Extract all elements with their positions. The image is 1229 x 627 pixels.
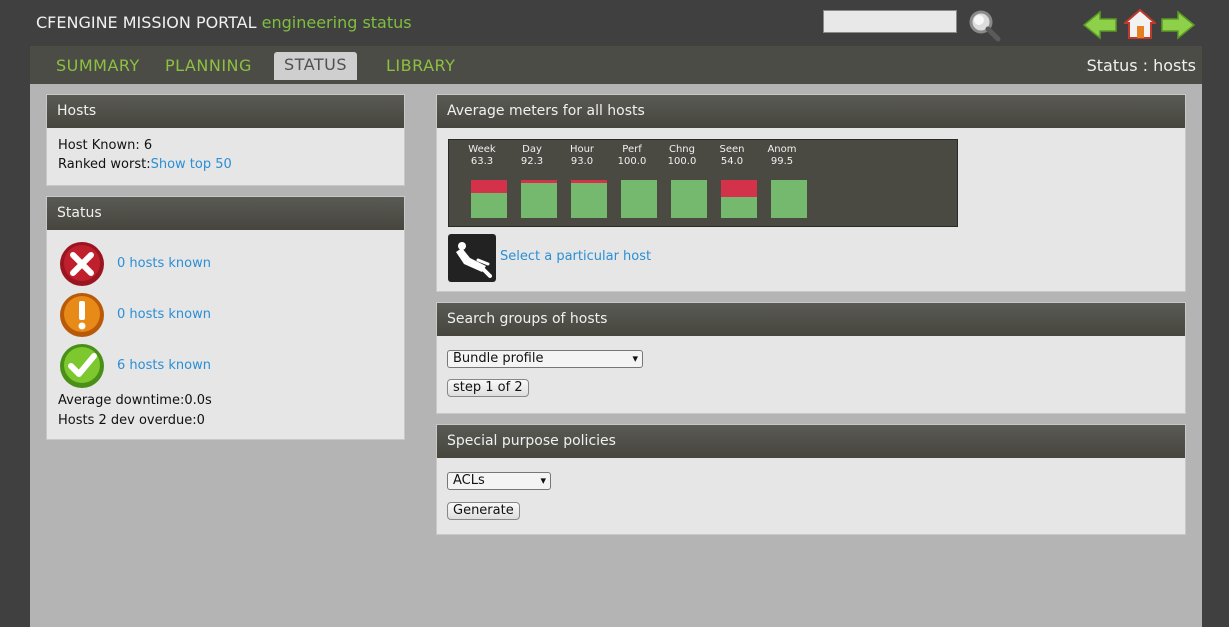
meters-display: Week 63.3 Day 92.3 Hour 93.0 Perf 100.0 … bbox=[448, 139, 958, 227]
back-arrow-icon[interactable] bbox=[1082, 10, 1118, 40]
forward-arrow-icon[interactable] bbox=[1160, 10, 1196, 40]
meter-bar bbox=[621, 180, 657, 218]
tab-summary[interactable]: SUMMARY bbox=[56, 56, 140, 75]
meter-name: Seen bbox=[719, 144, 745, 155]
ranked-worst-label: Ranked worst: bbox=[58, 157, 151, 172]
search-input[interactable] bbox=[823, 10, 957, 33]
hosts-panel-title: Hosts bbox=[47, 95, 404, 128]
hosts-overdue: Hosts 2 dev overdue:0 bbox=[58, 413, 205, 428]
meter-name: Perf bbox=[622, 144, 642, 155]
meter-bar-bad bbox=[571, 180, 607, 183]
tab-planning[interactable]: PLANNING bbox=[165, 56, 252, 75]
meter-bar bbox=[721, 180, 757, 218]
app-brand: CFENGINE MISSION PORTAL engineering stat… bbox=[36, 13, 412, 32]
meter-bar bbox=[521, 180, 557, 218]
meter-day[interactable]: Day 92.3 bbox=[507, 140, 557, 226]
meter-value: 92.3 bbox=[520, 156, 544, 167]
policy-select[interactable]: ACLs ▾ bbox=[447, 472, 551, 490]
meter-name: Hour bbox=[569, 144, 595, 155]
search-groups-panel-title: Search groups of hosts bbox=[437, 303, 1185, 336]
home-icon[interactable] bbox=[1124, 8, 1156, 40]
breadcrumb: Status : hosts bbox=[1086, 56, 1196, 75]
meter-hour[interactable]: Hour 93.0 bbox=[557, 140, 607, 226]
meters-panel: Average meters for all hosts Week 63.3 D… bbox=[436, 94, 1186, 292]
tab-library[interactable]: LIBRARY bbox=[386, 56, 455, 75]
meter-bar bbox=[771, 180, 807, 218]
host-known-label: Host Known: bbox=[58, 138, 144, 153]
failed-hosts-link[interactable]: 0 hosts known bbox=[117, 256, 211, 271]
meter-name: Chng bbox=[668, 144, 695, 155]
status-panel: Status 0 hosts known 0 hosts known 6 hos… bbox=[46, 196, 405, 440]
app-title: CFENGINE MISSION PORTAL bbox=[36, 13, 257, 32]
meter-value: 99.5 bbox=[770, 156, 794, 167]
special-policies-panel-title: Special purpose policies bbox=[437, 425, 1185, 458]
meter-bar-bad bbox=[721, 180, 757, 197]
ok-hosts-link[interactable]: 6 hosts known bbox=[117, 358, 211, 373]
select-value: Bundle profile bbox=[453, 351, 544, 366]
meter-name: Anom bbox=[767, 144, 797, 155]
meter-bar bbox=[671, 180, 707, 218]
tab-status[interactable]: STATUS bbox=[274, 52, 358, 80]
red-x-icon bbox=[60, 242, 104, 286]
meter-seen[interactable]: Seen 54.0 bbox=[707, 140, 757, 226]
special-policies-panel: Special purpose policies ACLs ▾ Generate bbox=[436, 424, 1186, 535]
meter-week[interactable]: Week 63.3 bbox=[457, 140, 507, 226]
bundle-profile-select[interactable]: Bundle profile ▾ bbox=[447, 350, 643, 368]
top-bar: CFENGINE MISSION PORTAL engineering stat… bbox=[0, 0, 1229, 46]
meter-anom[interactable]: Anom 99.5 bbox=[757, 140, 807, 226]
app-subtitle: engineering status bbox=[261, 13, 412, 32]
meter-bar bbox=[471, 180, 507, 218]
meter-bar-bad bbox=[521, 180, 557, 183]
meter-value: 54.0 bbox=[720, 156, 744, 167]
main-nav: SUMMARY PLANNING STATUS LIBRARY Status :… bbox=[30, 46, 1202, 84]
meter-chng[interactable]: Chng 100.0 bbox=[657, 140, 707, 226]
meter-bar-bad bbox=[471, 180, 507, 193]
show-top-50-link[interactable]: Show top 50 bbox=[151, 157, 232, 172]
search-groups-panel: Search groups of hosts Bundle profile ▾ … bbox=[436, 302, 1186, 414]
meter-value: 93.0 bbox=[570, 156, 594, 167]
meter-bar bbox=[571, 180, 607, 218]
host-known-value: 6 bbox=[143, 138, 153, 153]
chevron-down-icon: ▾ bbox=[632, 352, 638, 365]
average-downtime: Average downtime:0.0s bbox=[58, 393, 212, 408]
generate-button[interactable]: Generate bbox=[447, 502, 520, 520]
meter-perf[interactable]: Perf 100.0 bbox=[607, 140, 657, 226]
host-search-icon[interactable] bbox=[448, 234, 496, 282]
meter-value: 100.0 bbox=[617, 156, 647, 167]
host-known-line: Host Known: 6 bbox=[58, 138, 393, 153]
search-icon[interactable] bbox=[966, 8, 1002, 42]
select-host-link[interactable]: Select a particular host bbox=[500, 249, 651, 264]
meters-panel-title: Average meters for all hosts bbox=[437, 95, 1185, 128]
meter-name: Day bbox=[522, 144, 542, 155]
ranked-worst-line: Ranked worst:Show top 50 bbox=[58, 157, 393, 172]
meter-value: 63.3 bbox=[470, 156, 494, 167]
step-button[interactable]: step 1 of 2 bbox=[447, 379, 529, 397]
chevron-down-icon: ▾ bbox=[540, 474, 546, 487]
green-check-icon bbox=[60, 344, 104, 388]
warning-hosts-link[interactable]: 0 hosts known bbox=[117, 307, 211, 322]
meter-value: 100.0 bbox=[667, 156, 697, 167]
select-value: ACLs bbox=[453, 473, 485, 488]
main-content: Hosts Host Known: 6 Ranked worst:Show to… bbox=[30, 84, 1202, 627]
status-panel-title: Status bbox=[47, 197, 404, 230]
orange-warning-icon bbox=[60, 293, 104, 337]
meter-name: Week bbox=[468, 144, 496, 155]
hosts-panel: Hosts Host Known: 6 Ranked worst:Show to… bbox=[46, 94, 405, 186]
